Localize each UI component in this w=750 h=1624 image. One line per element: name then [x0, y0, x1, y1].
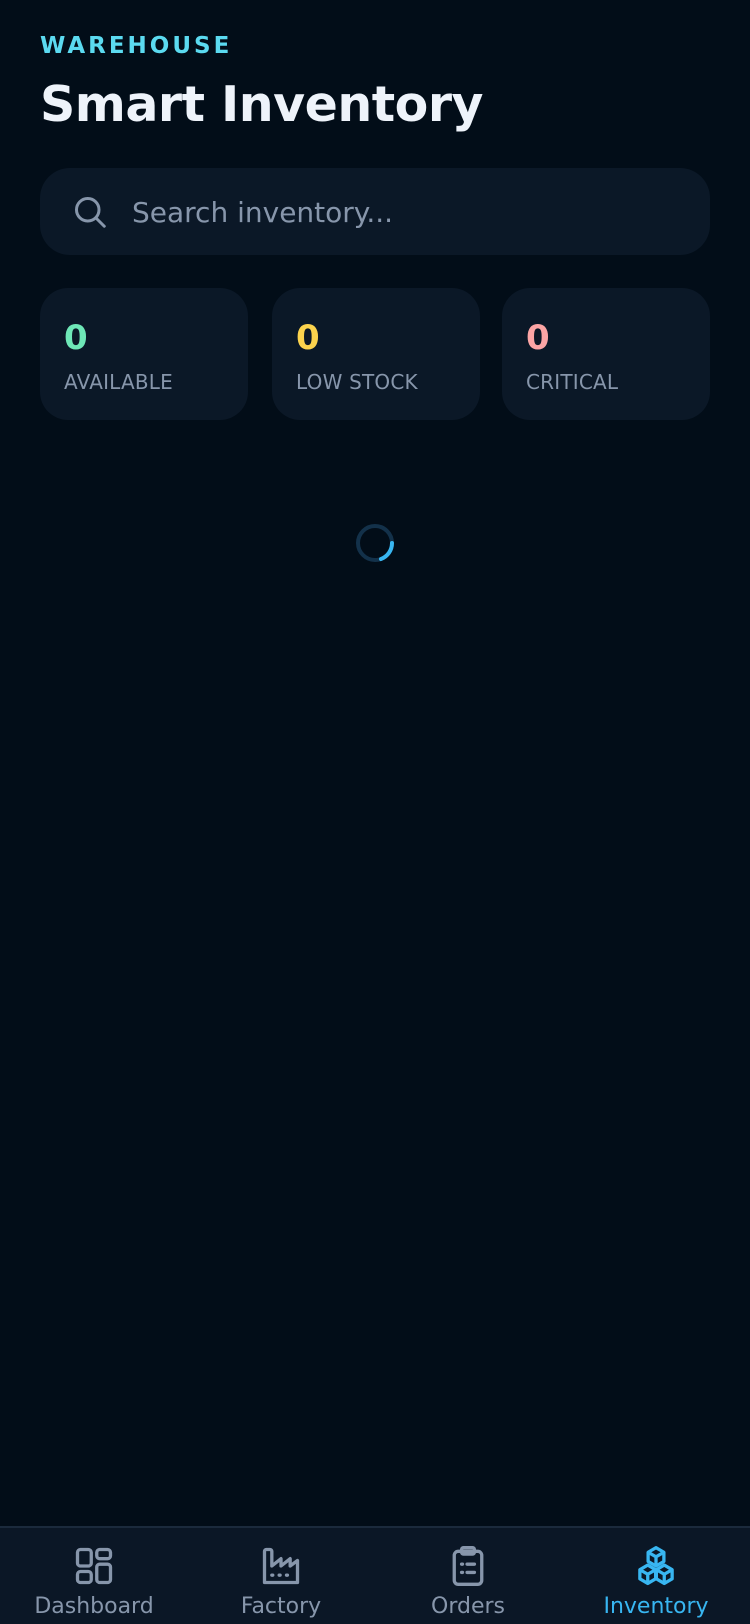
stat-value-low-stock: 0 [296, 318, 320, 358]
stat-value-critical: 0 [526, 318, 550, 358]
search-icon [75, 197, 106, 228]
inventory-screen: WAREHOUSE Smart Inventory 0 AVAILABLE 0 … [0, 0, 750, 1624]
stat-card-critical: 0 CRITICAL [502, 288, 710, 420]
search-input[interactable] [132, 184, 672, 240]
nav-label-dashboard: Dashboard [34, 1594, 154, 1619]
nav-item-factory[interactable]: Factory [187, 1528, 375, 1624]
stat-value-available: 0 [64, 318, 88, 358]
bottom-navigation: Dashboard Factory Orders Inventory [0, 1526, 750, 1624]
stat-label-available: AVAILABLE [64, 370, 173, 394]
nav-item-inventory[interactable]: Inventory [562, 1528, 750, 1624]
stat-card-low-stock: 0 LOW STOCK [272, 288, 480, 420]
clipboard-icon [452, 1546, 484, 1586]
stat-label-low-stock: LOW STOCK [296, 370, 418, 394]
factory-icon [262, 1547, 300, 1585]
nav-label-factory: Factory [240, 1594, 322, 1619]
nav-item-orders[interactable]: Orders [374, 1528, 562, 1624]
stat-card-available: 0 AVAILABLE [40, 288, 248, 420]
page-title: Smart Inventory [40, 76, 483, 133]
nav-label-orders: Orders [431, 1594, 505, 1619]
nav-item-dashboard[interactable]: Dashboard [0, 1528, 188, 1624]
section-eyebrow: WAREHOUSE [40, 33, 233, 59]
stat-label-critical: CRITICAL [526, 370, 619, 394]
loading-spinner-icon [356, 524, 395, 562]
nav-label-inventory: Inventory [603, 1594, 709, 1619]
dashboard-icon [75, 1547, 113, 1585]
cubes-icon [638, 1546, 674, 1586]
